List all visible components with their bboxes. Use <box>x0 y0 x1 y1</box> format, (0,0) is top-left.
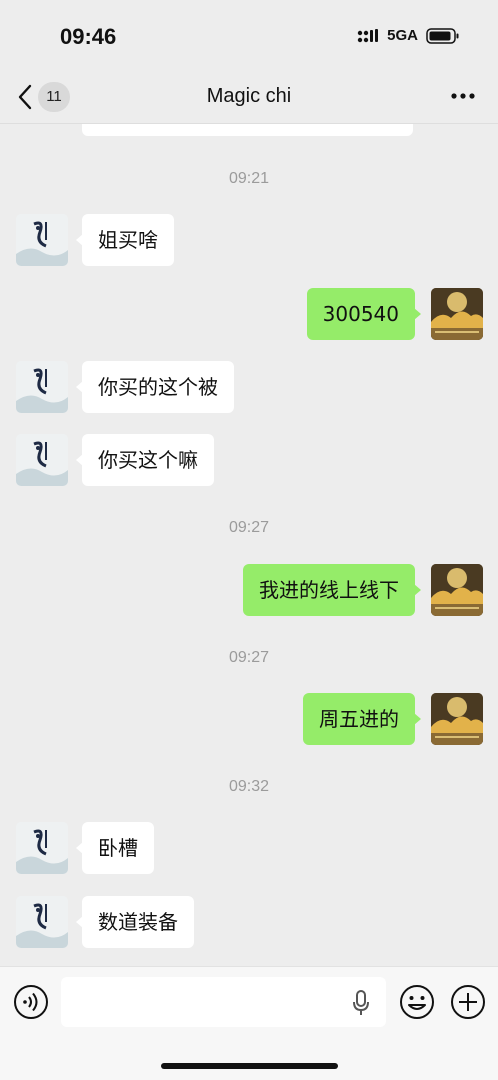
my-avatar-image <box>431 564 483 616</box>
my-avatar[interactable] <box>431 693 483 745</box>
contact-avatar-image <box>16 896 68 948</box>
contact-avatar[interactable] <box>16 822 68 874</box>
plus-icon <box>451 985 485 1019</box>
chat-area[interactable]: 09:21 姐买啥 300540 你买的这个被 你买这个嘛 09:27 我进的线… <box>0 124 498 966</box>
mic-icon[interactable] <box>352 990 370 1016</box>
more-functions-button[interactable] <box>450 984 486 1024</box>
battery-icon <box>426 27 459 44</box>
message-bubble-incoming[interactable]: 你买的这个被 <box>76 361 234 413</box>
timestamp: 09:27 <box>228 649 270 666</box>
message-bubble-outgoing[interactable]: 我进的线上线下 <box>243 564 421 616</box>
message-input[interactable] <box>61 977 386 1027</box>
my-avatar-image <box>431 693 483 745</box>
network-label: 5GA <box>387 27 418 44</box>
message-bubble-incoming[interactable]: 姐买啥 <box>76 214 174 266</box>
contact-avatar[interactable] <box>16 434 68 486</box>
voice-icon <box>14 985 48 1019</box>
status-bar: 09:46 5GA <box>0 0 498 72</box>
signal-icon <box>357 28 379 42</box>
message-bubble-incoming[interactable]: 你买这个嘛 <box>76 434 214 486</box>
contact-avatar-image <box>16 361 68 413</box>
contact-avatar-image <box>16 214 68 266</box>
contact-avatar-image <box>16 822 68 874</box>
status-time: 09:46 <box>60 24 117 49</box>
my-avatar[interactable] <box>431 564 483 616</box>
timestamp: 09:27 <box>228 519 270 536</box>
contact-avatar-image <box>16 434 68 486</box>
message-bubble-outgoing[interactable]: 300540 <box>306 288 422 340</box>
emoji-button[interactable] <box>399 984 435 1024</box>
voice-button[interactable] <box>13 984 49 1024</box>
emoji-icon <box>400 985 434 1019</box>
timestamp: 09:32 <box>228 778 270 795</box>
input-bar <box>0 966 498 1080</box>
contact-avatar[interactable] <box>16 361 68 413</box>
nav-bar: 11 Magic chi <box>0 72 498 124</box>
message-bubble-outgoing[interactable]: 周五进的 <box>303 693 421 745</box>
previous-message-bubble[interactable] <box>82 124 413 136</box>
timestamp: 09:21 <box>228 170 270 187</box>
message-bubble-incoming[interactable]: 卧槽 <box>76 822 154 874</box>
my-avatar-image <box>431 288 483 340</box>
message-bubble-incoming[interactable]: 数道装备 <box>76 896 194 948</box>
status-indicators: 5GA <box>357 27 460 44</box>
contact-avatar[interactable] <box>16 896 68 948</box>
chat-title: Magic chi <box>206 85 292 107</box>
contact-avatar[interactable] <box>16 214 68 266</box>
home-indicator[interactable] <box>161 1063 338 1069</box>
my-avatar[interactable] <box>431 288 483 340</box>
more-dots-icon <box>451 93 475 99</box>
more-button[interactable] <box>450 86 476 110</box>
